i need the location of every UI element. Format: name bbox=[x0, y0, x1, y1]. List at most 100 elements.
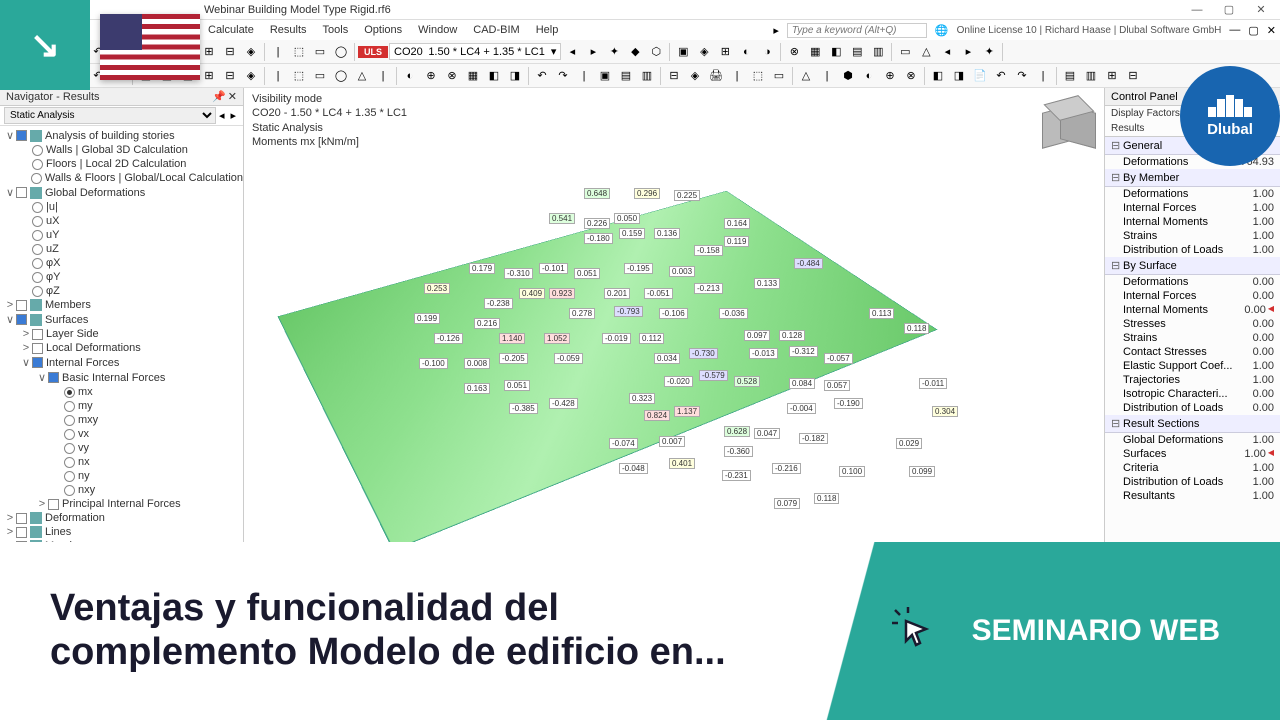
toolbar-button[interactable]: ⊗ bbox=[901, 66, 921, 86]
checkbox-icon[interactable] bbox=[16, 300, 27, 311]
toolbar-button[interactable]: ◨ bbox=[949, 66, 969, 86]
cp-factor-row[interactable]: Distribution of Loads1.00 bbox=[1105, 243, 1280, 257]
menu-help[interactable]: Help bbox=[528, 22, 567, 38]
toolbar-button[interactable]: ▸ bbox=[583, 42, 603, 62]
tree-item[interactable]: Floors | Local 2D Calculation bbox=[0, 157, 243, 171]
radio-icon[interactable] bbox=[32, 159, 43, 170]
materials-toolbar-button[interactable]: ▸ bbox=[579, 703, 585, 716]
cp-factor-row[interactable]: Elastic Support Coef...1.00 bbox=[1105, 359, 1280, 373]
radio-icon[interactable] bbox=[64, 429, 75, 440]
pin-icon[interactable]: 📌 bbox=[212, 90, 226, 103]
materials-toolbar-button[interactable]: ⬚ bbox=[691, 703, 701, 716]
materials-toolbar-button[interactable]: ✕ bbox=[660, 703, 669, 716]
toolbar-button[interactable]: ▭ bbox=[310, 42, 330, 62]
toolbar-button[interactable]: ↶ bbox=[532, 66, 552, 86]
cp-reset-icon[interactable]: ↺ bbox=[1123, 704, 1132, 717]
materials-menu-goto[interactable]: Go To bbox=[248, 684, 277, 696]
tree-item[interactable]: >Members bbox=[0, 298, 243, 312]
panel-min-icon[interactable]: — bbox=[1229, 24, 1240, 36]
cp-group-header[interactable]: ⊟By Surface bbox=[1105, 257, 1280, 275]
tree-item[interactable]: nxy bbox=[0, 483, 243, 497]
toolbar-button[interactable]: ⊗ bbox=[442, 66, 462, 86]
toolbar-button[interactable]: | bbox=[268, 42, 288, 62]
toolbar-button[interactable]: | bbox=[373, 66, 393, 86]
toolbar-button[interactable]: ⊟ bbox=[664, 66, 684, 86]
toolbar-button[interactable]: | bbox=[817, 66, 837, 86]
corner-badge[interactable]: ↘ bbox=[0, 0, 90, 90]
checkbox-icon[interactable] bbox=[16, 513, 27, 524]
tree-item[interactable]: φY bbox=[0, 270, 243, 284]
cp-factor-row[interactable]: Surfaces1.00◀ bbox=[1105, 447, 1280, 461]
radio-icon[interactable] bbox=[32, 286, 43, 297]
radio-icon[interactable] bbox=[64, 387, 75, 398]
tree-item[interactable]: ∨Basic Internal Forces bbox=[0, 370, 243, 385]
mat-nav-prev-icon[interactable]: ◂ bbox=[370, 703, 382, 716]
toolbar-button[interactable]: ⬡ bbox=[646, 42, 666, 62]
cp-factor-row[interactable]: Deformations1.00 bbox=[1105, 187, 1280, 201]
cp-factor-row[interactable]: Resultants1.00 bbox=[1105, 489, 1280, 503]
toolbar-button[interactable]: ↶ bbox=[991, 66, 1011, 86]
search-input[interactable] bbox=[787, 23, 927, 38]
cp-factor-row[interactable]: Strains0.00 bbox=[1105, 331, 1280, 345]
checkbox-icon[interactable] bbox=[16, 130, 27, 141]
toolbar-button[interactable]: ◈ bbox=[685, 66, 705, 86]
cp-factor-row[interactable]: Deformations0.00 bbox=[1105, 275, 1280, 289]
cp-factor-row[interactable]: Internal Forces1.00 bbox=[1105, 201, 1280, 215]
toolbar-button[interactable]: ▭ bbox=[895, 42, 915, 62]
cp-factor-row[interactable]: Criteria1.00 bbox=[1105, 461, 1280, 475]
cp-factor-row[interactable]: Internal Moments0.00◀ bbox=[1105, 303, 1280, 317]
tree-item[interactable]: mx bbox=[0, 385, 243, 399]
toolbar-button[interactable]: ◆ bbox=[625, 42, 645, 62]
cp-factor-row[interactable]: Strains1.00 bbox=[1105, 229, 1280, 243]
menu-cadbim[interactable]: CAD-BIM bbox=[465, 22, 527, 38]
toolbar-button[interactable]: | bbox=[268, 66, 288, 86]
tree-item[interactable]: >Deformation bbox=[0, 511, 243, 525]
toolbar-button[interactable]: ◨ bbox=[505, 66, 525, 86]
materials-toolbar-button[interactable]: ◨ bbox=[648, 703, 658, 716]
toolbar-button[interactable]: ◧ bbox=[826, 42, 846, 62]
materials-toolbar-button[interactable]: ⊗ bbox=[737, 703, 746, 716]
materials-toolbar-button[interactable]: 📊 bbox=[748, 703, 762, 716]
materials-toolbar-button[interactable]: fx bbox=[716, 703, 725, 715]
tree-item[interactable]: ny bbox=[0, 469, 243, 483]
toolbar-button[interactable]: ◐ bbox=[859, 66, 879, 86]
nav-next-icon[interactable]: ▸ bbox=[227, 109, 239, 122]
toolbar-button[interactable]: ⬚ bbox=[748, 66, 768, 86]
radio-icon[interactable] bbox=[32, 216, 43, 227]
tree-item[interactable]: ∨Analysis of building stories bbox=[0, 128, 243, 143]
toolbar-button[interactable]: ⊗ bbox=[784, 42, 804, 62]
toolbar-button[interactable]: ◑ bbox=[757, 42, 777, 62]
toolbar-button[interactable]: ▦ bbox=[463, 66, 483, 86]
radio-icon[interactable] bbox=[32, 258, 43, 269]
tree-item[interactable]: ∨Global Deformations bbox=[0, 185, 243, 200]
toolbar-button[interactable]: △ bbox=[352, 66, 372, 86]
toolbar-button[interactable]: ▥ bbox=[868, 42, 888, 62]
toolbar-button[interactable]: ⊞ bbox=[199, 66, 219, 86]
materials-toolbar-button[interactable]: ◧ bbox=[635, 703, 645, 716]
toolbar-button[interactable]: ▥ bbox=[637, 66, 657, 86]
cp-factor-row[interactable]: Global Deformations1.00 bbox=[1105, 433, 1280, 447]
cp-factor-row[interactable]: Contact Stresses0.00 bbox=[1105, 345, 1280, 359]
radio-icon[interactable] bbox=[32, 202, 43, 213]
cp-group-header[interactable]: ⊟By Member bbox=[1105, 169, 1280, 187]
radio-icon[interactable] bbox=[64, 485, 75, 496]
toolbar-button[interactable]: ▭ bbox=[310, 66, 330, 86]
materials-toolbar-button[interactable]: ▸ bbox=[780, 703, 786, 716]
toolbar-button[interactable]: ▥ bbox=[1081, 66, 1101, 86]
toolbar-button[interactable]: ⊕ bbox=[880, 66, 900, 86]
toolbar-button[interactable]: ▤ bbox=[616, 66, 636, 86]
checkbox-icon[interactable] bbox=[16, 187, 27, 198]
cp-factor-row[interactable]: Distribution of Loads1.00 bbox=[1105, 475, 1280, 489]
toolbar-button[interactable]: ▸ bbox=[958, 42, 978, 62]
toolbar-button[interactable]: △ bbox=[796, 66, 816, 86]
toolbar-button[interactable]: ▭ bbox=[769, 66, 789, 86]
panel-max-icon[interactable]: ▢ bbox=[1248, 24, 1258, 37]
toolbar-button[interactable]: ✦ bbox=[979, 42, 999, 62]
tree-item[interactable]: my bbox=[0, 399, 243, 413]
toolbar-button[interactable]: ◧ bbox=[928, 66, 948, 86]
toolbar-button[interactable]: ◂ bbox=[562, 42, 582, 62]
toolbar-button[interactable]: ◈ bbox=[694, 42, 714, 62]
cp-factor-row[interactable]: Isotropic Characteri...0.00 bbox=[1105, 387, 1280, 401]
menu-tools[interactable]: Tools bbox=[315, 22, 357, 38]
toolbar-button[interactable]: ⊟ bbox=[220, 42, 240, 62]
